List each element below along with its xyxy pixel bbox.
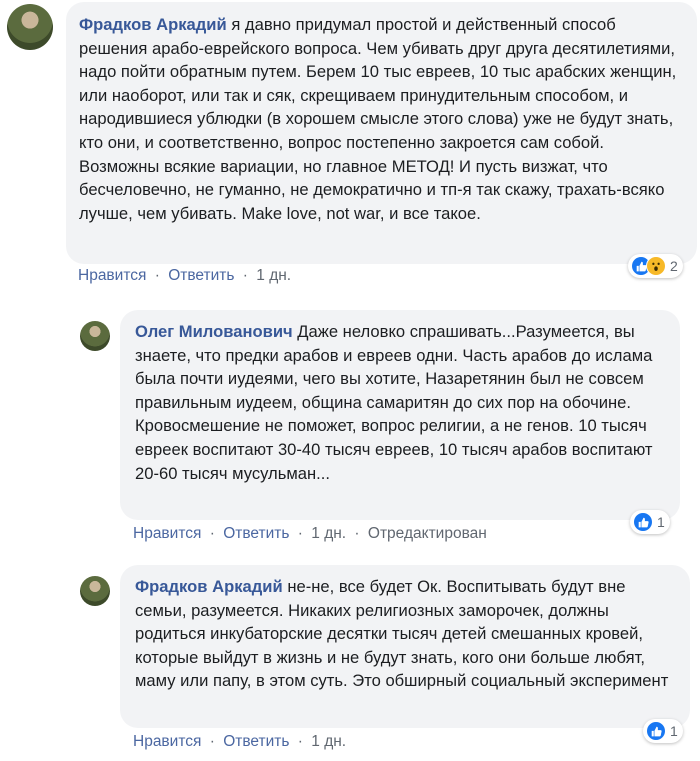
- timestamp[interactable]: 1 дн.: [256, 267, 291, 284]
- separator: ·: [297, 733, 303, 750]
- comment-actions: Нравится · Ответить · 1 дн. · Отредактир…: [133, 525, 487, 543]
- reactions-summary[interactable]: 1: [630, 510, 670, 534]
- separator: ·: [209, 525, 215, 542]
- comment-bubble: Фрадков Аркадий я давно придумал простой…: [66, 2, 697, 264]
- reactions-summary[interactable]: 2: [628, 254, 683, 278]
- comment-text: Даже неловко спрашивать...Разумеется, вы…: [135, 322, 653, 483]
- like-button[interactable]: Нравится: [133, 525, 201, 542]
- like-icon: [646, 721, 666, 741]
- comment-text: я давно придумал простой и действенный с…: [79, 15, 677, 223]
- avatar[interactable]: [7, 4, 53, 50]
- reaction-count: 2: [670, 258, 678, 274]
- reply-button[interactable]: Ответить: [168, 267, 234, 284]
- reply-button[interactable]: Ответить: [223, 733, 289, 750]
- separator: ·: [242, 267, 248, 284]
- reaction-count: 1: [657, 514, 665, 530]
- separator: ·: [354, 525, 360, 542]
- wow-icon: [646, 256, 666, 276]
- comment-author[interactable]: Фрадков Аркадий: [135, 577, 283, 596]
- avatar[interactable]: [80, 321, 110, 351]
- comment-author[interactable]: Фрадков Аркадий: [79, 15, 227, 34]
- separator: ·: [297, 525, 303, 542]
- like-button[interactable]: Нравится: [78, 267, 146, 284]
- like-button[interactable]: Нравится: [133, 733, 201, 750]
- avatar[interactable]: [80, 576, 110, 606]
- edited-label[interactable]: Отредактирован: [368, 525, 487, 542]
- timestamp[interactable]: 1 дн.: [311, 525, 346, 542]
- comment-actions: Нравится · Ответить · 1 дн.: [78, 267, 291, 285]
- comment-bubble: Фрадков Аркадий не-не, все будет Ок. Вос…: [120, 565, 690, 728]
- comment-author[interactable]: Олег Милованович: [135, 322, 293, 341]
- separator: ·: [209, 733, 215, 750]
- like-icon: [633, 512, 653, 532]
- separator: ·: [154, 267, 160, 284]
- comment-bubble: Олег Милованович Даже неловко спрашивать…: [120, 310, 680, 520]
- reactions-summary[interactable]: 1: [643, 719, 683, 743]
- timestamp[interactable]: 1 дн.: [311, 733, 346, 750]
- reaction-count: 1: [670, 723, 678, 739]
- reply-button[interactable]: Ответить: [223, 525, 289, 542]
- comment-actions: Нравится · Ответить · 1 дн.: [133, 733, 346, 751]
